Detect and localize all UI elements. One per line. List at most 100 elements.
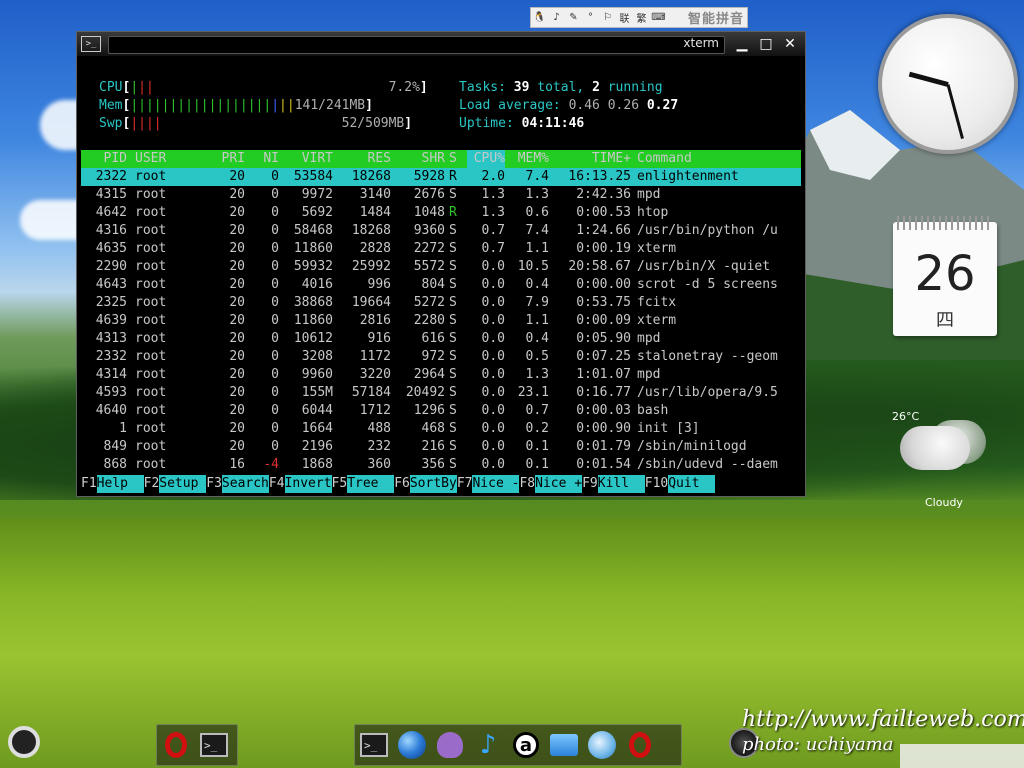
close-button[interactable]: ✕ [781, 35, 799, 53]
cell-pri: 16 [229, 457, 245, 472]
cell-pri: 20 [229, 277, 245, 292]
process-row[interactable]: 1 root 20 0 1664 488 468 S 0.0 0.2 0:00.90 init [3] [81, 420, 801, 438]
music-note-icon[interactable]: ♪ [473, 730, 503, 760]
taskbar-shelf: >_ [156, 724, 238, 766]
folder-icon[interactable] [549, 730, 579, 760]
fkey-number: F5 [331, 476, 348, 491]
opera-icon[interactable] [625, 730, 655, 760]
fkey-invert-button[interactable]: F4Invert [269, 475, 332, 493]
cell-user: root [135, 439, 167, 454]
window-titlebar[interactable]: >_ xterm ▁ □ ✕ [77, 32, 805, 56]
fkey-tree-button[interactable]: F5Tree [332, 475, 395, 493]
fkey-quit-button[interactable]: F10Quit [644, 475, 716, 493]
fkey-sortby-button[interactable]: F6SortBy [394, 475, 457, 493]
traditional-toggle[interactable]: 繁 [634, 10, 649, 25]
col-header-res[interactable]: RES [335, 150, 391, 168]
maximize-button[interactable]: □ [757, 35, 775, 53]
fkey-setup-button[interactable]: F2Setup [144, 475, 207, 493]
system-menu-icon[interactable] [8, 726, 40, 758]
lianxiang-toggle[interactable]: 联 [617, 10, 632, 25]
col-header-shr[interactable]: SHR [391, 150, 445, 168]
terminal-icon[interactable]: >_ [359, 730, 389, 760]
cell-cmd: xterm [637, 313, 677, 328]
cell-time: 0:00.00 [576, 277, 631, 292]
fkey-number: F10 [644, 476, 669, 491]
process-row[interactable]: 868 root 16 -4 1868 360 356 S 0.0 0.1 0:01.54/sbin… [81, 456, 801, 474]
process-row[interactable]: 2322 root 20 0 53584 18268 5928 R 2.0 7.4 16:13.25… [81, 168, 801, 186]
process-row[interactable]: 2290 root 20 0 59932 25992 5572 S 0.0 10.5 20:58.6… [81, 258, 801, 276]
cell-virt: 6044 [301, 403, 333, 418]
minimize-button[interactable]: ▁ [733, 35, 751, 53]
process-table-header[interactable]: PID USER PRI NI VIRT RES SHR S CPU% MEM%… [81, 150, 801, 168]
process-row[interactable]: 4643 root 20 0 4016 996 804 S 0.0 0.4 0:00.00 scrot… [81, 276, 801, 294]
col-header-pid[interactable]: PID [81, 150, 127, 168]
col-header-pri[interactable]: PRI [191, 150, 245, 168]
fkey-label: Kill [597, 475, 645, 493]
process-row[interactable]: 849 root 20 0 2196 232 216 S 0.0 0.1 0:01.79/sbin/… [81, 438, 801, 456]
process-row[interactable]: 4640 root 20 0 6044 1712 1296 S 0.0 0.7 0:00.03 bas… [81, 402, 801, 420]
col-header-time[interactable]: TIME+ [551, 150, 631, 168]
col-header-state[interactable]: S [449, 150, 461, 168]
feather-icon[interactable]: ✎ [566, 10, 581, 25]
cell-mem: 10.5 [517, 259, 549, 274]
fkey-help-button[interactable]: F1Help [81, 475, 144, 493]
cell-user: root [135, 331, 167, 346]
cell-pid: 2325 [95, 295, 127, 310]
globe-icon[interactable] [397, 730, 427, 760]
keyboard-icon[interactable]: ⌨ [651, 10, 666, 25]
fkey-kill-button[interactable]: F9Kill [582, 475, 645, 493]
process-row[interactable]: 4639 root 20 0 11860 2816 2280 S 0.0 1.1 0:00.09 xt… [81, 312, 801, 330]
cell-pid: 1 [119, 421, 127, 436]
process-row[interactable]: 4314 root 20 0 9960 3220 2964 S 0.0 1.3 1:01.07 mpd [81, 366, 801, 384]
cell-cpu: 0.0 [481, 331, 505, 346]
network-icon[interactable] [587, 730, 617, 760]
terminal-icon[interactable]: >_ [199, 730, 229, 760]
cell-cmd: /sbin/minilogd [637, 439, 747, 454]
analog-clock [878, 14, 1018, 154]
col-header-virt[interactable]: VIRT [279, 150, 333, 168]
process-row[interactable]: 4316 root 20 0 58468 18268 9360 S 0.7 7.4 1:24.66 /… [81, 222, 801, 240]
cell-shr: 2676 [413, 187, 445, 202]
process-row[interactable]: 4642 root 20 0 5692 1484 1048 R 1.3 0.6 0:00.53 hto… [81, 204, 801, 222]
cell-shr: 804 [421, 277, 445, 292]
xterm-window[interactable]: >_ xterm ▁ □ ✕ CPU[||| 7.2%] Mem[|||||||… [76, 31, 806, 497]
cell-res: 57184 [351, 385, 391, 400]
cell-time: 0:00.19 [576, 241, 631, 256]
cell-s: S [449, 367, 457, 382]
process-row[interactable]: 4315 root 20 0 9972 3140 2676 S 1.3 1.3 2:42.36 mpd [81, 186, 801, 204]
cell-cpu: 0.7 [481, 241, 505, 256]
fkey-nice-button[interactable]: F7Nice - [457, 475, 520, 493]
opera-icon[interactable] [161, 730, 191, 760]
col-header-ni[interactable]: NI [249, 150, 279, 168]
terminal-icon[interactable]: >_ [81, 36, 101, 52]
cell-mem: 1.1 [525, 313, 549, 328]
cell-shr: 972 [421, 349, 445, 364]
fkey-label: Invert [284, 475, 332, 493]
cell-pri: 20 [229, 259, 245, 274]
fkey-nice-button[interactable]: F8Nice + [519, 475, 583, 493]
process-row[interactable]: 4593 root 20 0 155M 57184 20492 S 0.0 23.1 0:16.77… [81, 384, 801, 402]
pidgin-icon[interactable] [435, 730, 465, 760]
punct-icon[interactable]: ° [583, 10, 598, 25]
fkey-search-button[interactable]: F3Search [206, 475, 269, 493]
process-row[interactable]: 2332 root 20 0 3208 1172 972 S 0.0 0.5 0:07.25 stal… [81, 348, 801, 366]
simplified-traditional-icon[interactable]: ⚐ [600, 10, 615, 25]
cell-pri: 20 [229, 205, 245, 220]
col-header-command[interactable]: Command [637, 150, 801, 168]
system-tray[interactable] [900, 744, 1024, 768]
col-header-mem[interactable]: MEM% [509, 150, 549, 168]
penguin-icon[interactable]: 🐧 [532, 10, 547, 25]
col-header-cpu[interactable]: CPU% [467, 150, 505, 168]
cell-mem: 0.4 [525, 277, 549, 292]
col-header-user[interactable]: USER [135, 150, 166, 168]
process-row[interactable]: 4313 root 20 0 10612 916 616 S 0.0 0.4 0:05.90 mpd [81, 330, 801, 348]
cell-time: 0:07.25 [576, 349, 631, 364]
cell-cmd: bash [637, 403, 669, 418]
a-icon[interactable]: a [511, 730, 541, 760]
process-row[interactable]: 4635 root 20 0 11860 2828 2272 S 0.7 1.1 0:00.19 xt… [81, 240, 801, 258]
ime-logo-icon[interactable]: ♪ [549, 10, 564, 25]
fkey-number: F3 [206, 476, 222, 491]
cell-pid: 4639 [95, 313, 127, 328]
process-row[interactable]: 2325 root 20 0 38868 19664 5272 S 0.0 7.9 0:53.75 f… [81, 294, 801, 312]
fkey-number: F1 [81, 476, 97, 491]
